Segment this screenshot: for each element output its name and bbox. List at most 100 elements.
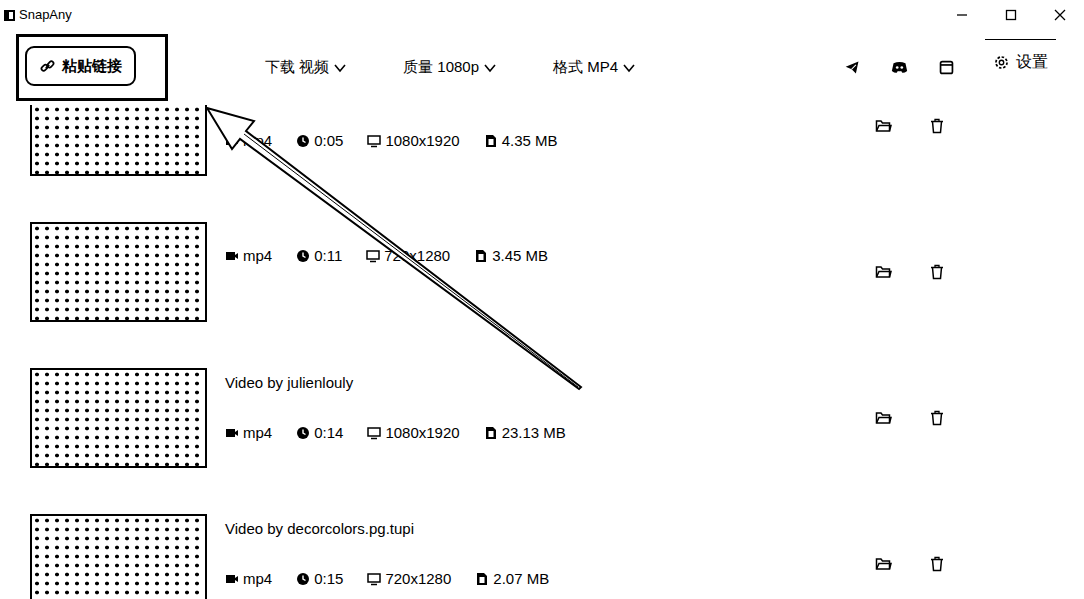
meta-size: 23.13 MB — [484, 422, 566, 445]
meta-format: mp4 — [225, 422, 272, 445]
format-text: mp4 — [243, 422, 272, 445]
chevron-down-icon — [333, 61, 347, 75]
paste-link-label: 粘贴链接 — [62, 57, 122, 75]
meta-duration: 0:15 — [296, 568, 343, 591]
open-folder-icon[interactable] — [875, 556, 892, 572]
trash-icon[interactable] — [930, 118, 944, 134]
meta-duration: 0:05 — [296, 130, 343, 153]
file-icon — [474, 249, 488, 263]
duration-text: 0:11 — [314, 245, 342, 268]
maximize-icon — [1001, 5, 1021, 25]
video-icon — [225, 134, 239, 148]
trash-icon[interactable] — [930, 264, 944, 280]
gear-icon — [993, 54, 1010, 71]
video-list: mp4 0:05 1080x1920 4.35 MB mp4 0:11 720x1280 3.… — [0, 105, 1084, 599]
resolution-text: 1080x1920 — [385, 130, 459, 153]
meta-resolution: 720x1280 — [366, 245, 450, 268]
toolbar-dropdown[interactable]: 格式 MP4 — [553, 56, 636, 79]
meta-format: mp4 — [225, 245, 272, 268]
window-button[interactable] — [937, 0, 986, 30]
window-button[interactable] — [986, 0, 1035, 30]
title-bar: SnapAny — [0, 0, 1084, 30]
video-info: Video by julienloulymp40:141080x192023.1… — [225, 368, 875, 445]
paste-link-button[interactable]: 粘贴链接 — [25, 46, 136, 86]
resolution-text: 720x1280 — [385, 568, 451, 591]
video-title: Video by decorcolors.pg.tupi — [225, 519, 875, 539]
video-info: Video by decorcolors.pg.tupi mp4 0:15 720x1… — [225, 514, 875, 591]
monitor-icon — [367, 426, 381, 440]
meta-duration: 0:11 — [296, 245, 342, 268]
duration-text: 0:14 — [314, 422, 343, 445]
format-text: mp4 — [243, 568, 272, 591]
file-icon — [484, 134, 498, 148]
telegram-icon[interactable] — [844, 59, 861, 76]
monitor-icon — [367, 572, 381, 586]
file-icon — [484, 426, 498, 440]
toolbar-dropdown[interactable]: 下载 视频 — [265, 56, 347, 79]
video-icon — [225, 426, 239, 440]
size-text: 2.07 MB — [493, 568, 549, 591]
row-actions — [875, 118, 944, 134]
format-text: mp4 — [243, 245, 272, 268]
chevron-down-icon — [483, 61, 497, 75]
minimize-icon — [952, 5, 972, 25]
video-row[interactable]: mp4 0:11 720x1280 3.45 MB — [30, 222, 1084, 322]
highlight-frame: 粘贴链接 — [16, 34, 168, 101]
app-icon — [4, 10, 15, 21]
annotation-arrow-icon — [0, 0, 1084, 599]
clock-icon — [296, 134, 310, 148]
trash-icon[interactable] — [930, 556, 944, 572]
video-meta: mp4 0:05 1080x1920 4.35 MB — [225, 130, 875, 153]
row-actions — [875, 264, 944, 280]
meta-size: 3.45 MB — [474, 245, 548, 268]
meta-resolution: 1080x1920 — [367, 130, 459, 153]
discord-icon[interactable] — [891, 59, 908, 76]
video-row[interactable]: Video by decorcolors.pg.tupi mp4 0:15 720x1… — [30, 514, 1084, 599]
chevron-down-icon — [622, 61, 636, 75]
size-text: 23.13 MB — [502, 422, 566, 445]
toolbar-dropdown[interactable]: 质量 1080p — [403, 56, 497, 79]
file-icon — [475, 572, 489, 586]
dropdown-label: 下载 视频 — [265, 56, 329, 79]
meta-resolution: 1080x1920 — [367, 422, 459, 445]
toolbar: 粘贴链接 下载 视频 质量 1080p 格式 MP4 设置 — [0, 30, 1084, 105]
meta-format: mp4 — [225, 130, 272, 153]
clock-icon — [296, 249, 310, 263]
open-folder-icon[interactable] — [875, 410, 892, 426]
video-info: mp4 0:05 1080x1920 4.35 MB — [225, 105, 875, 153]
open-folder-icon[interactable] — [875, 264, 892, 280]
video-icon — [225, 572, 239, 586]
video-icon — [225, 249, 239, 263]
clock-icon — [296, 426, 310, 440]
video-meta: mp4 0:15 720x1280 2.07 MB — [225, 568, 875, 591]
trash-icon[interactable] — [930, 410, 944, 426]
video-row[interactable]: Video by julienloulymp40:141080x192023.1… — [30, 368, 1084, 468]
video-meta: mp4 0:14 1080x1920 23.13 MB — [225, 422, 875, 445]
video-info: mp4 0:11 720x1280 3.45 MB — [225, 222, 875, 268]
clock-icon — [296, 572, 310, 586]
monitor-icon — [367, 134, 381, 148]
open-folder-icon[interactable] — [875, 118, 892, 134]
toolbar-right: 设置 — [844, 59, 1056, 76]
dropdown-label: 格式 MP4 — [553, 56, 618, 79]
window-controls — [937, 0, 1084, 30]
size-text: 3.45 MB — [492, 245, 548, 268]
video-row[interactable]: mp4 0:05 1080x1920 4.35 MB — [30, 105, 1084, 176]
video-thumbnail[interactable] — [30, 368, 207, 468]
duration-text: 0:05 — [314, 130, 343, 153]
window-icon[interactable] — [938, 59, 955, 76]
window-title: SnapAny — [19, 5, 72, 25]
link-icon — [39, 58, 56, 75]
video-thumbnail[interactable] — [30, 105, 207, 176]
video-thumbnail[interactable] — [30, 514, 207, 599]
meta-resolution: 720x1280 — [367, 568, 451, 591]
meta-duration: 0:14 — [296, 422, 343, 445]
video-thumbnail[interactable] — [30, 222, 207, 322]
size-text: 4.35 MB — [502, 130, 558, 153]
resolution-text: 1080x1920 — [385, 422, 459, 445]
close-icon — [1050, 5, 1070, 25]
window-button[interactable] — [1035, 0, 1084, 30]
meta-size: 2.07 MB — [475, 568, 549, 591]
meta-format: mp4 — [225, 568, 272, 591]
settings-button[interactable]: 设置 — [985, 39, 1056, 74]
